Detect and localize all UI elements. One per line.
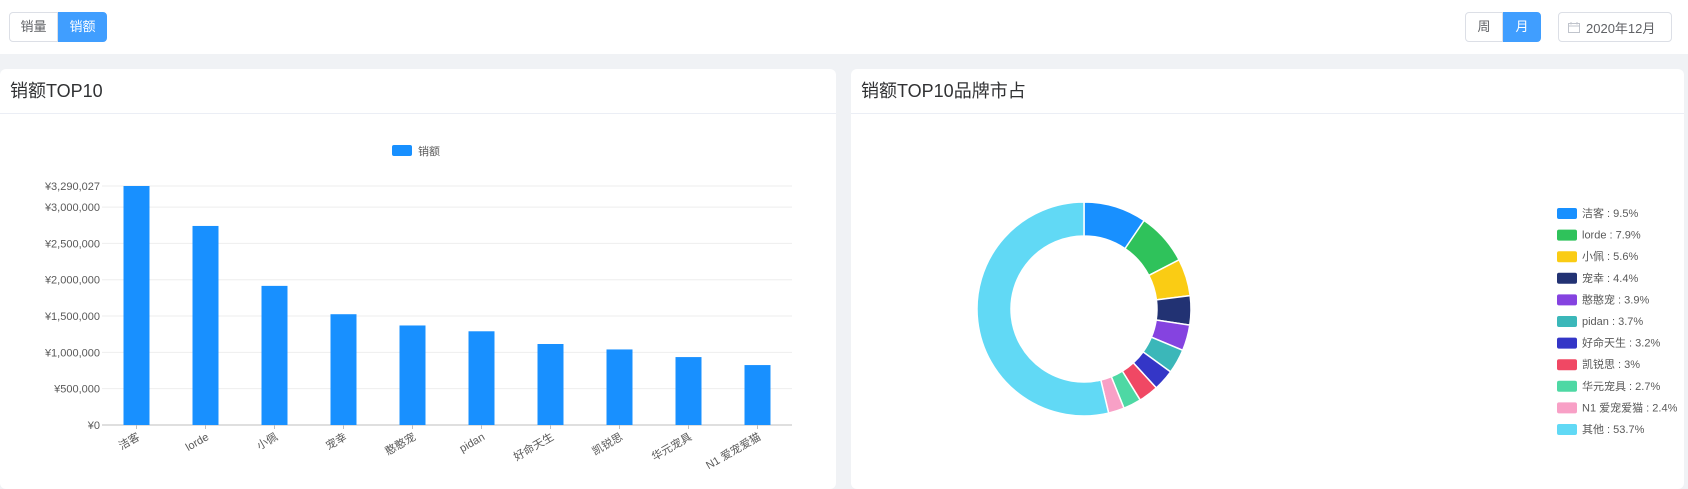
y-tick-label: ¥500,000 [53, 384, 100, 396]
y-tick-label: ¥1,000,000 [44, 347, 100, 359]
legend-label: 小佩 : 5.6% [1582, 249, 1638, 263]
y-tick-label: ¥2,500,000 [44, 238, 100, 250]
metric-toggle: 销量 销额 [9, 12, 107, 42]
x-tick-label: N1 爱宠爱猫 [703, 429, 763, 472]
legend-swatch [1557, 272, 1577, 284]
y-tick-label: ¥1,500,000 [44, 311, 100, 323]
legend-label: lorde : 7.9% [1582, 230, 1641, 242]
legend-swatch [1557, 402, 1577, 414]
legend-label: 其他 : 53.7% [1582, 423, 1645, 436]
month-picker-value: 2020年12月 [1586, 20, 1656, 36]
legend-label: 凯锐思 : 3% [1582, 357, 1640, 371]
bar [123, 186, 150, 425]
legend-swatch [1557, 251, 1577, 263]
tab-sales-volume[interactable]: 销量 [9, 12, 58, 42]
x-tick-label: pidan [458, 431, 487, 455]
bar [468, 331, 495, 425]
y-tick-label: ¥0 [87, 420, 100, 432]
bar-chart: 销额 ¥0 ¥500,000 ¥1,000,000 ¥1,500,000 ¥2,000,0… [44, 144, 792, 472]
legend-swatch [392, 145, 412, 156]
y-tick-label: ¥3,290,027 [44, 181, 100, 193]
x-tick-label: 小佩 [254, 429, 280, 452]
legend-swatch [1557, 337, 1577, 349]
donut-chart: 洁客 : 9.5% lorde : 7.9% 小佩 : 5.6% 宠幸 : 4.4% 憨… [976, 201, 1678, 436]
x-tick-label: 好命天生 [511, 429, 556, 463]
legend-swatch [1557, 208, 1577, 219]
toolbar: 销量 销额 周 月 2020年12月 [0, 0, 1688, 54]
y-tick-label: ¥2,000,000 [44, 275, 100, 287]
legend-swatch [1557, 294, 1577, 306]
tab-week[interactable]: 周 [1465, 12, 1503, 42]
bar [537, 344, 564, 425]
y-tick-label: ¥3,000,000 [44, 202, 100, 214]
bar [261, 285, 288, 425]
legend-label: 好命天生 : 3.2% [1582, 336, 1660, 350]
legend-swatch [1557, 359, 1577, 371]
x-tick-label: 华元宠具 [649, 429, 694, 463]
legend-label: 憨憨宠 : 3.9% [1582, 292, 1649, 306]
bar [192, 225, 219, 425]
bar [330, 314, 357, 425]
legend-label: N1 爱宠爱猫 : 2.4% [1582, 400, 1678, 414]
legend-label: 洁客 : 9.5% [1582, 206, 1638, 220]
bar-chart-panel: 销额TOP10 销额 ¥0 ¥500,000 ¥1,000,000 ¥1,500,000… [0, 69, 836, 489]
bar [744, 365, 771, 425]
legend-swatch [1557, 316, 1577, 327]
bar [399, 325, 426, 425]
legend-label: pidan : 3.7% [1582, 316, 1643, 328]
x-tick-label: lorde [184, 431, 211, 454]
calendar-icon [1568, 21, 1580, 33]
period-toggle: 周 月 [1465, 12, 1541, 42]
tab-month[interactable]: 月 [1503, 12, 1541, 42]
x-tick-label: 宠幸 [323, 429, 349, 452]
month-picker[interactable]: 2020年12月 [1558, 12, 1672, 42]
legend-swatch [1557, 229, 1577, 241]
legend-label: 宠幸 : 4.4% [1582, 271, 1638, 285]
legend-swatch [1557, 424, 1577, 435]
x-tick-label: 憨憨宠 [382, 429, 418, 458]
legend-swatch [1557, 380, 1577, 392]
pie-chart-panel: 销额TOP10品牌市占 洁客 : 9.5% lorde : 7.9% 小佩 : 5.… [851, 69, 1684, 489]
bar [606, 349, 633, 425]
tab-sales-amount[interactable]: 销额 [58, 12, 107, 42]
legend-label: 华元宠具 : 2.7% [1582, 379, 1660, 393]
x-tick-label: 凯锐思 [589, 429, 625, 458]
legend-label: 销额 [418, 144, 440, 158]
x-tick-label: 洁客 [116, 429, 142, 452]
bar [675, 357, 702, 425]
